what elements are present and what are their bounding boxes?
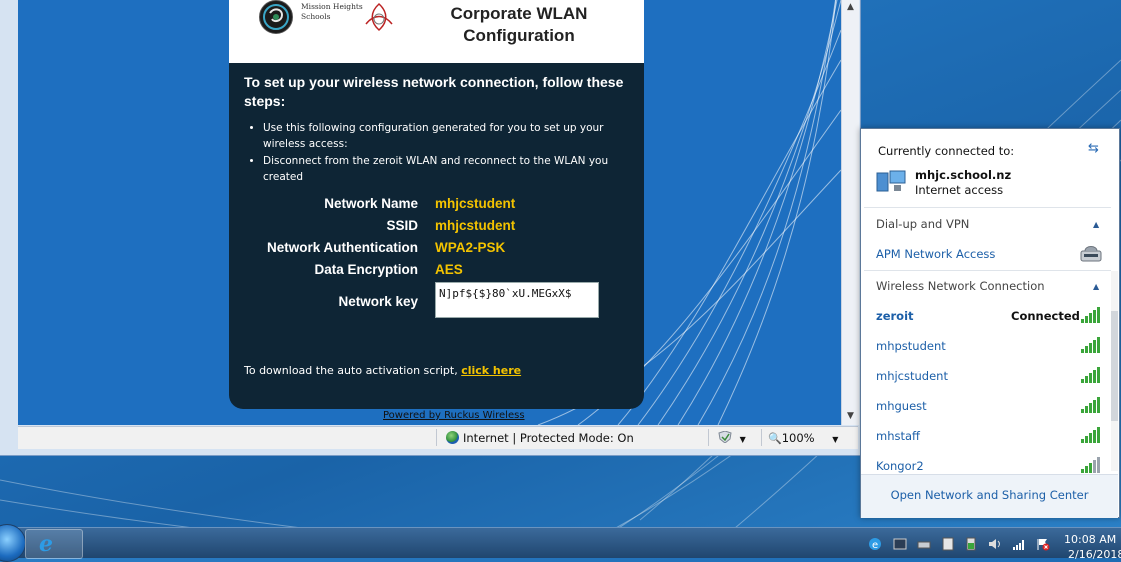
step-item: Disconnect from the zeroit WLAN and reco…	[263, 153, 623, 185]
security-shield-dropdown[interactable]: ▼	[718, 430, 746, 445]
scroll-thumb[interactable]	[1111, 311, 1118, 421]
download-script-link[interactable]: click here	[461, 364, 521, 377]
security-shield-icon	[718, 430, 732, 444]
config-row-ssid: SSID mhjcstudent	[229, 218, 644, 240]
config-label: Network Authentication	[266, 240, 418, 255]
dialup-modem-icon	[1080, 246, 1102, 262]
portal-header: Mission Heights Schools Corporate WLAN C…	[229, 0, 644, 63]
collapse-wireless-icon[interactable]: ▲	[1093, 282, 1099, 291]
page-title: Corporate WLAN Configuration	[450, 4, 588, 45]
tray-network-tool-icon[interactable]	[893, 537, 907, 551]
flyout-footer: Open Network and Sharing Center	[861, 474, 1118, 518]
config-value: mhjcstudent	[435, 218, 516, 233]
magnifier-icon: 🔍	[768, 432, 782, 445]
network-status-connected: Connected	[1011, 309, 1080, 323]
intro-heading: To set up your wireless network connecti…	[244, 74, 624, 109]
network-item-mhjcstudent[interactable]: mhjcstudent	[876, 369, 948, 383]
connected-header: Currently connected to:	[878, 144, 1015, 158]
network-item-mhpstudent[interactable]: mhpstudent	[876, 339, 946, 353]
tray-volume-icon[interactable]	[988, 537, 1002, 551]
tray-drive-icon[interactable]	[917, 537, 931, 551]
celtic-knot-icon	[365, 2, 393, 32]
internet-explorer-icon: e	[39, 531, 53, 557]
config-value: AES	[435, 262, 463, 277]
collapse-dialup-icon[interactable]: ▲	[1093, 220, 1099, 229]
step-item: Use this following configuration generat…	[263, 120, 623, 152]
scroll-up-icon[interactable]: ▲	[845, 2, 856, 13]
wifi-signal-icon	[1081, 427, 1101, 443]
zoom-level: 100%	[781, 431, 815, 445]
clock-date[interactable]: 2/16/2018	[1068, 548, 1121, 561]
browser-vertical-scrollbar[interactable]: ▲ ▼	[841, 0, 859, 425]
taskbar: e e 10:08 AM 2/16/2018	[0, 524, 1121, 562]
network-item-kongor2[interactable]: Kongor2	[876, 459, 924, 473]
open-network-sharing-center-link[interactable]: Open Network and Sharing Center	[861, 488, 1118, 502]
network-flyout: Currently connected to: ⇆ mhjc.school.nz…	[860, 128, 1120, 518]
portal-config-panel: To set up your wireless network connecti…	[229, 63, 644, 409]
scroll-down-icon[interactable]: ▼	[845, 411, 856, 422]
globe-icon	[446, 431, 459, 444]
network-key-field[interactable]: N]pf${$}80`xU.MEGxX$	[435, 282, 599, 318]
tray-action-center-icon[interactable]	[1036, 537, 1050, 551]
network-item-zeroit[interactable]: zeroit	[876, 309, 914, 323]
config-row-encryption: Data Encryption AES	[229, 262, 644, 284]
zoom-control[interactable]: 🔍100% ▼	[768, 431, 838, 445]
browser-viewport: Mission Heights Schools Corporate WLAN C…	[18, 0, 841, 425]
config-label: Network Name	[324, 196, 418, 211]
config-row-network-name: Network Name mhjcstudent	[229, 196, 644, 218]
school-crest-icon	[259, 0, 293, 34]
wifi-signal-icon	[1081, 457, 1101, 473]
tray-battery-icon[interactable]	[964, 537, 978, 551]
chevron-down-icon: ▼	[739, 435, 746, 444]
download-text: To download the auto activation script, …	[244, 364, 522, 377]
config-label: Data Encryption	[314, 262, 418, 277]
browser-status-bar: Internet | Protected Mode: On ▼ 🔍100% ▼	[18, 426, 858, 449]
chevron-down-icon: ▼	[832, 435, 839, 444]
network-computer-icon	[876, 170, 906, 192]
section-dialup[interactable]: Dial-up and VPN	[876, 217, 969, 231]
config-label: SSID	[386, 218, 418, 233]
config-row-authentication: Network Authentication WPA2-PSK	[229, 240, 644, 262]
browser-window: Mission Heights Schools Corporate WLAN C…	[0, 0, 861, 456]
security-zone[interactable]: Internet | Protected Mode: On	[446, 431, 634, 445]
powered-by-link[interactable]: Powered by Ruckus Wireless	[383, 410, 525, 421]
tray-device-icon[interactable]	[941, 537, 955, 551]
svg-text:e: e	[872, 540, 878, 551]
steps-list: Use this following configuration generat…	[253, 120, 623, 186]
config-value: mhjcstudent	[435, 196, 516, 211]
connection-status: Internet access	[915, 183, 1004, 197]
dialup-item-apm[interactable]: APM Network Access	[876, 247, 995, 261]
start-button[interactable]	[0, 524, 26, 562]
logo-text-line2: Schools	[301, 12, 331, 21]
wifi-signal-icon	[1081, 367, 1101, 383]
flyout-scrollbar[interactable]	[1111, 271, 1118, 471]
logo-text-line1: Mission Heights	[301, 2, 363, 11]
school-logo: Mission Heights Schools	[259, 0, 399, 34]
section-wireless[interactable]: Wireless Network Connection	[876, 279, 1045, 293]
network-key-label: Network key	[338, 294, 418, 309]
network-item-mhstaff[interactable]: mhstaff	[876, 429, 920, 443]
refresh-icon[interactable]: ⇆	[1088, 141, 1104, 156]
wifi-signal-icon	[1081, 307, 1101, 323]
clock-time[interactable]: 10:08 AM	[1064, 533, 1116, 546]
wifi-signal-icon	[1081, 337, 1101, 353]
network-item-mhguest[interactable]: mhguest	[876, 399, 927, 413]
tray-wifi-signal-icon[interactable]	[1012, 537, 1026, 551]
tray-ie-icon[interactable]: e	[868, 537, 882, 551]
connection-name: mhjc.school.nz	[915, 168, 1012, 182]
taskbar-internet-explorer[interactable]: e	[25, 529, 83, 559]
config-value: WPA2-PSK	[435, 240, 506, 255]
wifi-signal-icon	[1081, 397, 1101, 413]
